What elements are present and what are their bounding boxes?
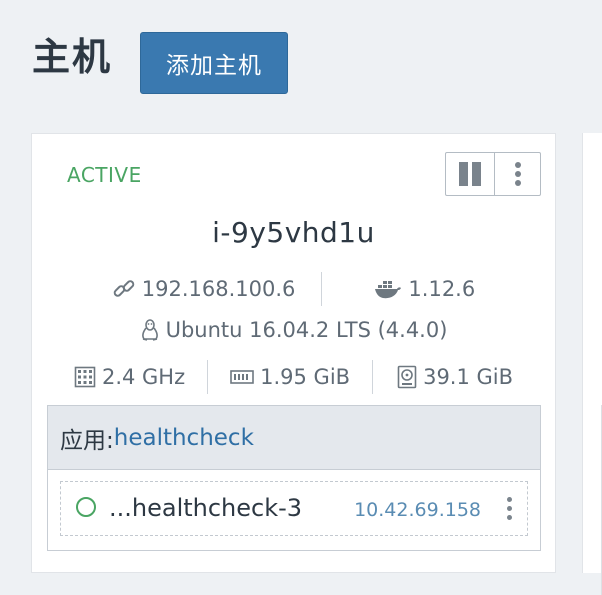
cpu-speed: 2.4 GHz (101, 365, 186, 389)
container-name[interactable]: ...healthcheck-3 (109, 494, 302, 522)
ip-address: 192.168.100.6 (141, 277, 296, 301)
cpu-info: 2.4 GHz (74, 365, 185, 389)
divider (207, 360, 209, 394)
cpu-icon (74, 366, 96, 388)
memory-info: 1.95 GiB (230, 365, 350, 389)
divider (321, 272, 323, 306)
memory-icon (230, 370, 254, 384)
add-host-button[interactable]: 添加主机 (140, 32, 288, 94)
linux-icon (141, 319, 158, 341)
host-network-row: 192.168.100.6 1.12.6 (32, 272, 555, 306)
stack-header: 应用: healthcheck (48, 406, 540, 470)
stack-panel: 应用: healthcheck ...healthcheck-3 10.42.6… (47, 405, 541, 551)
link-icon (113, 280, 135, 297)
divider (372, 360, 374, 394)
pause-icon (459, 162, 481, 186)
os-info: Ubuntu 16.04.2 LTS (4.4.0) (140, 318, 448, 342)
storage-size: 39.1 GiB (423, 365, 514, 389)
container-status-icon (76, 497, 96, 517)
next-host-card-edge (582, 133, 602, 595)
ip-info: 192.168.100.6 (112, 277, 296, 301)
menu-dot (506, 496, 512, 502)
os-version: Ubuntu 16.04.2 LTS (4.4.0) (165, 318, 448, 342)
menu-dot (506, 505, 512, 511)
docker-info: 1.12.6 (374, 277, 475, 301)
host-resources-row: 2.4 GHz 1.95 GiB 39.1 GiB (32, 360, 555, 394)
menu-dot (506, 514, 512, 520)
docker-icon (375, 281, 402, 299)
storage-icon (397, 365, 417, 389)
host-card: ACTIVE i-9y5vhd1u 192.168.100.6 1.12.6 U… (31, 133, 556, 573)
page-title: 主机 (32, 35, 113, 79)
storage-info: 39.1 GiB (397, 365, 513, 389)
hostname: i-9y5vhd1u (212, 216, 375, 249)
container-menu-button[interactable] (499, 493, 519, 523)
host-actions (445, 152, 541, 196)
docker-version: 1.12.6 (408, 277, 476, 301)
more-actions-button[interactable] (495, 153, 540, 195)
memory-size: 1.95 GiB (260, 365, 351, 389)
host-os-row: Ubuntu 16.04.2 LTS (4.4.0) (32, 318, 555, 342)
container-row[interactable]: ...healthcheck-3 10.42.69.158 (60, 481, 528, 536)
stack-label: 应用: (60, 427, 114, 454)
container-ip: 10.42.69.158 (354, 499, 481, 521)
host-state-label: ACTIVE (67, 163, 142, 187)
more-vertical-icon (514, 162, 521, 186)
pause-button[interactable] (446, 153, 495, 195)
stack-link[interactable]: healthcheck (114, 425, 254, 451)
